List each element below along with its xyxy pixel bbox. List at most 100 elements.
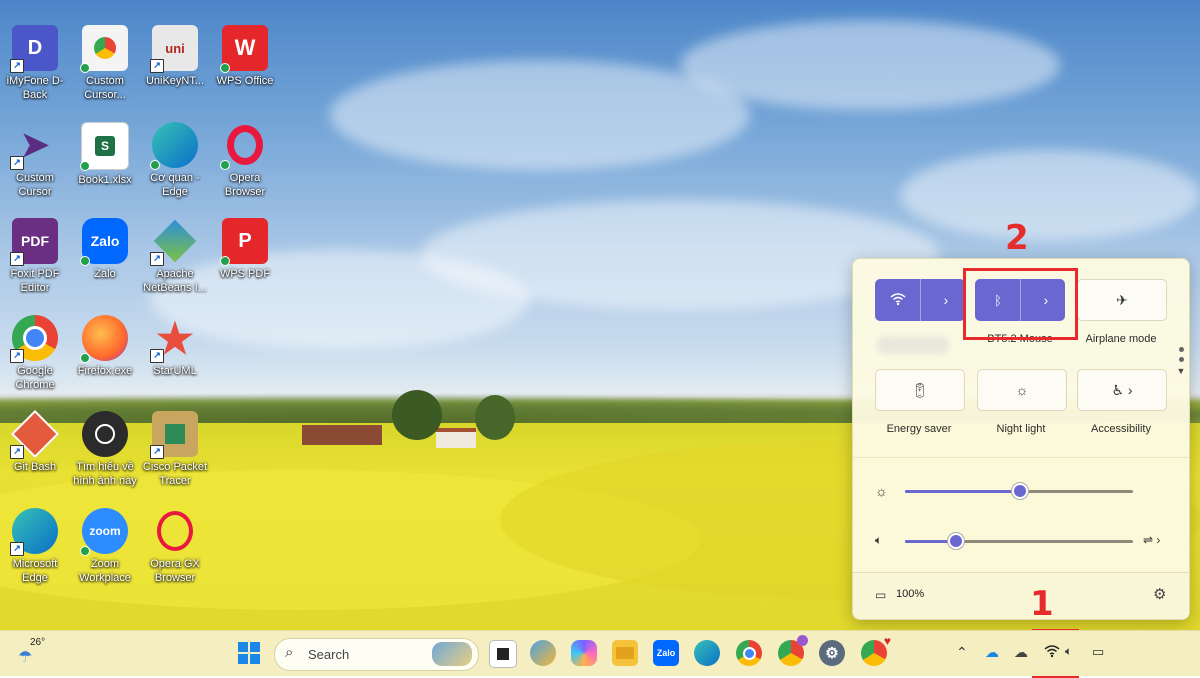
edge-icon: ↗ [10,508,58,556]
edge-icon [150,122,198,170]
taskbar-settings[interactable]: ⚙ [819,640,845,666]
taskbar-search-box[interactable]: ⌕ Search [274,638,479,671]
volume-slider[interactable] [905,531,1133,551]
desktop-icon-imyfone[interactable]: D ↗ iMyFone D-Back [0,25,70,120]
taskbar-edge[interactable] [694,640,720,666]
icon-label: StarUML [153,365,197,377]
brightness-icon: ☼ [875,483,888,499]
start-button[interactable] [236,640,262,666]
desktop-icon-cisco[interactable]: ↗ Cisco Packet Tracer [140,411,210,506]
sync-status-icon [220,63,230,73]
icon-label: Custom Cursor [16,172,54,198]
shortcut-arrow-icon: ↗ [10,445,24,459]
audio-output-icon[interactable]: ⇌ › [1143,533,1160,547]
desktop-icon-unikey[interactable]: uni ↗ UniKeyNT... [140,25,210,120]
desktop-icon-edge-work[interactable]: Cơ quan - Edge [140,122,210,217]
unikey-icon: uni ↗ [150,25,198,73]
cursor-arrow-icon: ➤ ↗ [10,122,58,170]
wifi-icon [887,292,909,309]
wps-pdf-icon: P [220,218,268,266]
desktop-icon-foxit[interactable]: PDF ↗ Foxit PDF Editor [0,218,70,313]
desktop-icon-wps-office[interactable]: W WPS Office [210,25,280,120]
brightness-slider[interactable] [905,481,1133,501]
desktop-icon-staruml[interactable]: ★ ↗ StarUML [140,315,210,410]
taskbar-chrome[interactable] [736,640,762,666]
shortcut-arrow-icon: ↗ [10,156,24,170]
onedrive-personal-cloud-icon[interactable]: ☁ [1014,644,1028,661]
desktop-icon-opera[interactable]: Opera Browser [210,122,280,217]
icon-label: iMyFone D-Back [6,75,64,101]
taskbar-chrome-profile[interactable] [778,635,808,666]
tree [475,395,515,440]
desktop-icon-git-bash[interactable]: ↗ Git Bash [0,409,70,506]
onedrive-cloud-icon[interactable]: ☁ [985,644,999,661]
desktop-icon-custom-cursor-2[interactable]: Custom Cursor... [70,25,140,120]
desktop-icon-zoom[interactable]: zoom Zoom Workplace [70,508,140,603]
taskbar: 26° ☂ ⌕ Search Zalo ⚙ ♥ ⌃ ☁ ☁ 🔈︎ ▭ [0,630,1200,676]
icon-label: Apache NetBeans I... [143,268,207,294]
show-hidden-icons-chevron[interactable]: ⌃ [956,644,968,661]
energy-saver-toggle[interactable]: 🔋︎ [875,369,965,411]
taskbar-copilot[interactable] [571,640,597,666]
farm-house [436,428,476,448]
icon-label: Zoom Workplace [79,558,131,584]
accessibility-label: Accessibility [1091,423,1151,435]
excel-file-icon: S [80,122,129,171]
desktop-icon-learn-about-image[interactable]: Tìm hiểu về hình ảnh này [70,411,140,506]
wifi-toggle[interactable]: › [875,279,965,321]
volume-tray-icon[interactable]: 🔈︎ [1065,644,1072,659]
chevron-right-icon[interactable]: › [935,292,957,308]
star-icon: ★ ↗ [150,315,198,363]
taskbar-paint-app[interactable] [530,640,556,666]
chrome-doc-icon [80,25,128,73]
shortcut-arrow-icon: ↗ [150,252,164,266]
desktop-icon-book1[interactable]: S Book1.xlsx [70,122,140,217]
airplane-icon: ✈ [1116,291,1128,308]
annotation-box-bluetooth [963,268,1078,340]
shortcut-arrow-icon: ↗ [150,59,164,73]
task-view-icon [497,648,509,660]
icon-label: Book1.xlsx [78,174,132,186]
desktop-icon-netbeans[interactable]: ↗ Apache NetBeans I... [140,218,210,313]
volume-icon[interactable]: 🔈︎ [875,533,882,548]
accessibility-toggle[interactable]: ♿︎ › [1077,369,1167,411]
desktop-icon-opera-gx[interactable]: Opera GX Browser [140,508,210,603]
settings-gear-icon[interactable]: ⚙ [1153,585,1166,603]
taskbar-file-explorer[interactable] [612,640,638,666]
airplane-mode-toggle[interactable]: ✈ [1077,279,1167,321]
sync-status-icon [220,160,230,170]
sync-status-icon [80,256,90,266]
task-view-button[interactable] [489,640,517,668]
search-placeholder: Search [308,647,350,662]
desktop-icon-wps-pdf[interactable]: P WPS PDF [210,218,280,313]
cloud [680,20,1060,110]
icon-label: Google Chrome [15,365,55,391]
weather-widget[interactable]: 26° ☂ [18,637,48,669]
desktop-icon-zalo[interactable]: Zalo Zalo [70,218,140,313]
desktop-icon-microsoft-edge[interactable]: ↗ Microsoft Edge [0,508,70,603]
desktop-icon-google-chrome[interactable]: ↗ Google Chrome [0,315,70,410]
icon-label: UniKeyNT... [145,75,205,87]
sync-status-icon [150,160,160,170]
battery-icon: ▭ [875,588,887,602]
annotation-step-2: 2 [1005,218,1029,258]
taskbar-zalo[interactable]: Zalo [653,640,679,666]
sync-status-icon [220,256,230,266]
battery-tray-icon[interactable]: ▭ [1092,644,1104,660]
netbeans-cube-icon: ↗ [150,218,198,266]
volume-slider-thumb[interactable] [948,533,964,549]
annotation-step-1: 1 [1030,584,1054,624]
brightness-slider-thumb[interactable] [1012,483,1028,499]
desktop-icon-custom-cursor[interactable]: ➤ ↗ Custom Cursor [0,122,70,217]
taskbar-chrome-2[interactable]: ♥ [861,634,891,666]
sync-status-icon [80,546,90,556]
farm-house [302,425,382,445]
desktop-icon-firefox[interactable]: Firefox.exe [70,315,140,410]
page-indicator[interactable]: ▼ [1171,347,1191,376]
profile-badge-icon [797,635,808,646]
energy-saver-label: Energy saver [886,423,952,435]
battery-percent[interactable]: 100% [896,588,924,600]
opera-gx-icon [152,508,198,554]
network-wifi-icon[interactable] [1044,644,1060,661]
night-light-toggle[interactable]: ☼ [977,369,1067,411]
